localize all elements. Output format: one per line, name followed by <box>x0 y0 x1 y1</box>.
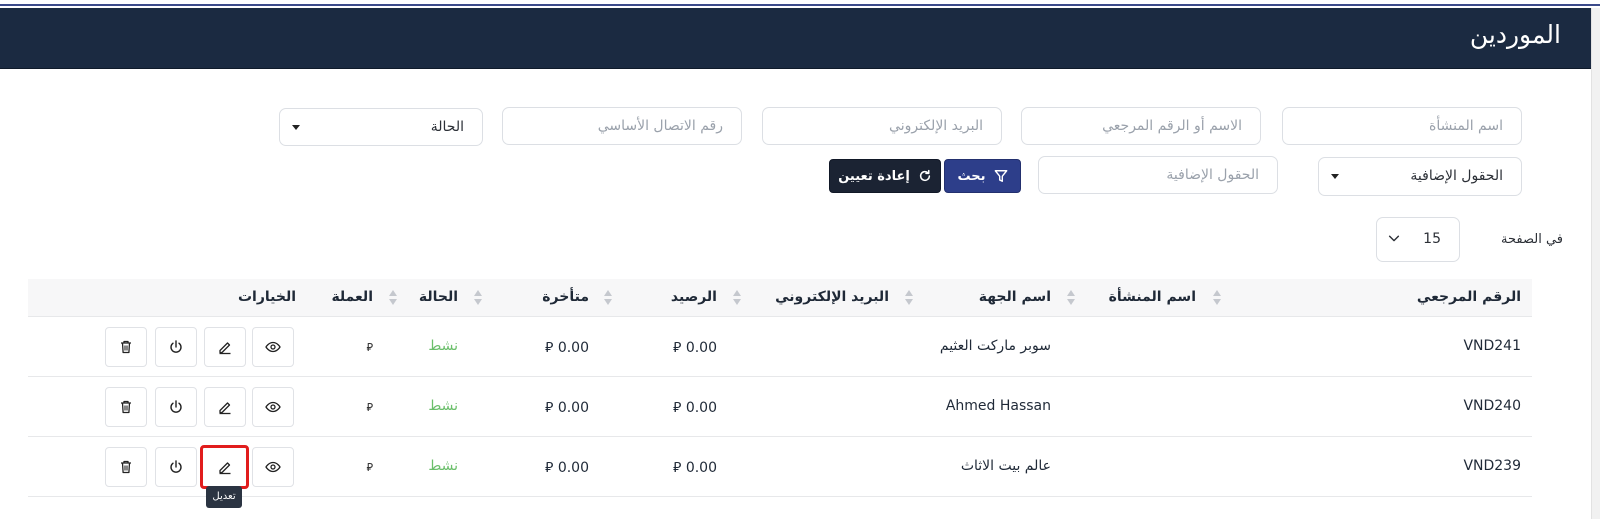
column-header-status[interactable]: الحالة <box>419 289 458 305</box>
cell-balance: 0.00 ⃁ <box>673 340 717 356</box>
cell-overdue: 0.00 ⃁ <box>545 460 589 476</box>
name-or-ref-placeholder: الاسم أو الرقم المرجعي <box>1102 118 1242 134</box>
name-or-ref-input[interactable]: الاسم أو الرقم المرجعي <box>1021 107 1261 145</box>
facility-name-placeholder: اسم المنشأة <box>1429 118 1503 134</box>
chevron-down-icon <box>1387 231 1401 249</box>
column-header-options: الخيارات <box>237 289 296 305</box>
pencil-icon <box>218 462 230 475</box>
power-icon <box>170 400 182 413</box>
table-row: VND239 عالم بيت الاثاث 0.00 ⃁ 0.00 ⃁ نشط… <box>28 437 1532 497</box>
sort-icon[interactable] <box>905 290 914 306</box>
eye-icon <box>265 401 281 413</box>
refresh-icon <box>919 169 930 182</box>
filter-icon <box>994 170 1007 182</box>
edit-button[interactable] <box>200 445 249 489</box>
search-button-label: بحث <box>957 168 986 184</box>
delete-button[interactable] <box>105 387 147 427</box>
toggle-active-button[interactable] <box>155 387 197 427</box>
page-header: الموردين <box>0 8 1591 69</box>
delete-button[interactable] <box>105 447 147 487</box>
facility-name-input[interactable]: اسم المنشأة <box>1282 107 1522 145</box>
extra-fields-select-value: الحقول الإضافية <box>1410 168 1503 184</box>
top-accent-line <box>0 0 1600 6</box>
view-button[interactable] <box>252 447 294 487</box>
column-header-balance[interactable]: الرصيد <box>671 289 717 305</box>
column-header-overdue[interactable]: متأخرة <box>542 289 589 305</box>
pencil-icon <box>219 402 231 415</box>
cell-currency: ⃁ <box>366 461 373 474</box>
cell-overdue: 0.00 ⃁ <box>545 400 589 416</box>
sort-icon[interactable] <box>1067 290 1076 306</box>
reset-button-label: إعادة تعيين <box>838 168 910 184</box>
edit-button[interactable] <box>204 387 246 427</box>
cell-status: نشط <box>428 458 458 474</box>
table-row: VND241 سوبر ماركت العثيم 0.00 ⃁ 0.00 ⃁ ن… <box>28 317 1532 377</box>
phone-input[interactable]: رقم الاتصال الأساسي <box>502 107 742 145</box>
sort-icon[interactable] <box>604 290 613 306</box>
reset-button[interactable]: إعادة تعيين <box>829 159 941 193</box>
table-header: الرقم المرجعي اسم المنشأة اسم الجهة البر… <box>28 279 1532 317</box>
view-button[interactable] <box>252 327 294 367</box>
sort-icon[interactable] <box>474 290 483 306</box>
cell-overdue: 0.00 ⃁ <box>545 340 589 356</box>
cell-currency: ⃁ <box>366 341 373 354</box>
caret-down-icon <box>1331 174 1339 179</box>
eye-icon <box>265 461 281 473</box>
edit-tooltip: تعديل <box>206 486 242 508</box>
status-select[interactable]: الحالة <box>279 108 483 146</box>
power-icon <box>170 460 182 473</box>
trash-icon <box>121 340 131 354</box>
view-button[interactable] <box>252 387 294 427</box>
cell-balance: 0.00 ⃁ <box>673 460 717 476</box>
cell-ref: VND239 <box>1463 458 1521 474</box>
cell-currency: ⃁ <box>366 401 373 414</box>
page-title: الموردين <box>1469 20 1561 49</box>
column-header-contact[interactable]: اسم الجهة <box>979 289 1051 305</box>
sort-icon[interactable] <box>733 290 742 306</box>
toggle-active-button[interactable] <box>155 447 197 487</box>
column-header-ref[interactable]: الرقم المرجعي <box>1417 289 1521 305</box>
per-page-value: 15 <box>1423 231 1441 247</box>
per-page-select[interactable]: 15 <box>1376 217 1460 262</box>
phone-placeholder: رقم الاتصال الأساسي <box>597 118 723 134</box>
edit-button[interactable] <box>204 327 246 367</box>
power-icon <box>170 340 182 353</box>
sort-icon[interactable] <box>1213 290 1222 306</box>
extra-fields-select[interactable]: الحقول الإضافية <box>1318 157 1522 196</box>
cell-contact: Ahmed Hassan <box>945 398 1051 414</box>
vertical-scrollbar[interactable] <box>1591 8 1600 519</box>
cell-contact: عالم بيت الاثاث <box>960 458 1051 474</box>
status-select-value: الحالة <box>430 119 464 135</box>
cell-status: نشط <box>428 338 458 354</box>
column-header-email[interactable]: البريد الإلكتروني <box>775 289 889 305</box>
trash-icon <box>121 460 131 474</box>
search-button[interactable]: بحث <box>944 159 1021 193</box>
table-row: VND240 Ahmed Hassan 0.00 ⃁ 0.00 ⃁ نشط ⃁ <box>28 377 1532 437</box>
eye-icon <box>265 341 281 353</box>
column-header-facility[interactable]: اسم المنشأة <box>1109 289 1196 305</box>
cell-balance: 0.00 ⃁ <box>673 400 717 416</box>
pencil-icon <box>219 342 231 355</box>
extra-fields-input[interactable]: الحقول الإضافية <box>1038 156 1278 194</box>
delete-button[interactable] <box>105 327 147 367</box>
extra-fields-placeholder: الحقول الإضافية <box>1166 167 1259 183</box>
toggle-active-button[interactable] <box>155 327 197 367</box>
cell-ref: VND240 <box>1463 398 1521 414</box>
sort-icon[interactable] <box>389 290 398 306</box>
cell-contact: سوبر ماركت العثيم <box>939 338 1051 354</box>
per-page-label: في الصفحة <box>1501 232 1563 247</box>
column-header-currency[interactable]: العملة <box>331 289 373 305</box>
email-input[interactable]: البريد الإلكتروني <box>762 107 1002 145</box>
cell-status: نشط <box>428 398 458 414</box>
trash-icon <box>121 400 131 414</box>
caret-down-icon <box>292 125 300 130</box>
cell-ref: VND241 <box>1463 338 1521 354</box>
email-placeholder: البريد الإلكتروني <box>889 118 983 134</box>
